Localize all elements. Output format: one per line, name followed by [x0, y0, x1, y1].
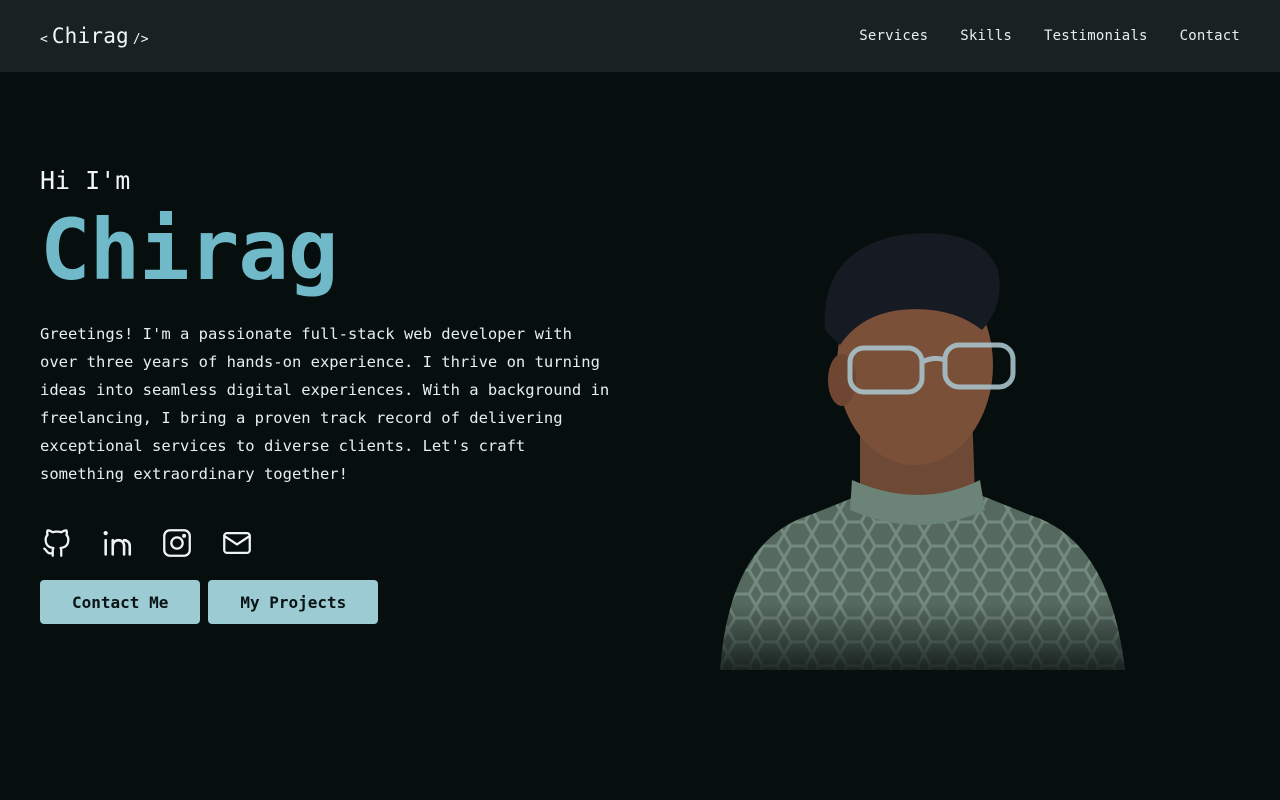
hero-actions: Contact Me My Projects [40, 580, 620, 624]
social-links [40, 526, 620, 560]
hero-name: Chirag [40, 201, 338, 299]
profile-portrait [700, 210, 1140, 690]
nav-link-services[interactable]: Services [859, 28, 928, 44]
my-projects-button[interactable]: My Projects [208, 580, 379, 624]
instagram-icon[interactable] [160, 526, 194, 560]
main-nav: Services Skills Testimonials Contact [859, 28, 1240, 44]
nav-link-contact[interactable]: Contact [1180, 28, 1240, 44]
hero-bio: Greetings! I'm a passionate full-stack w… [40, 325, 610, 483]
nav-link-testimonials[interactable]: Testimonials [1044, 28, 1148, 44]
logo-open-bracket: < [40, 32, 48, 47]
contact-me-button[interactable]: Contact Me [40, 580, 201, 624]
mail-icon[interactable] [220, 526, 254, 560]
linkedin-icon[interactable] [100, 526, 134, 560]
site-logo[interactable]: < Chirag /> [40, 24, 149, 48]
github-icon[interactable] [40, 526, 74, 560]
top-navbar: < Chirag /> Services Skills Testimonials… [0, 0, 1280, 72]
logo-close-bracket: /> [132, 32, 149, 47]
nav-link-skills[interactable]: Skills [960, 28, 1012, 44]
hero-intro: Hi I'm Chirag Greetings! I'm a passionat… [40, 164, 620, 624]
hero-greeting: Hi I'm [40, 166, 131, 195]
logo-name: Chirag [51, 24, 129, 48]
